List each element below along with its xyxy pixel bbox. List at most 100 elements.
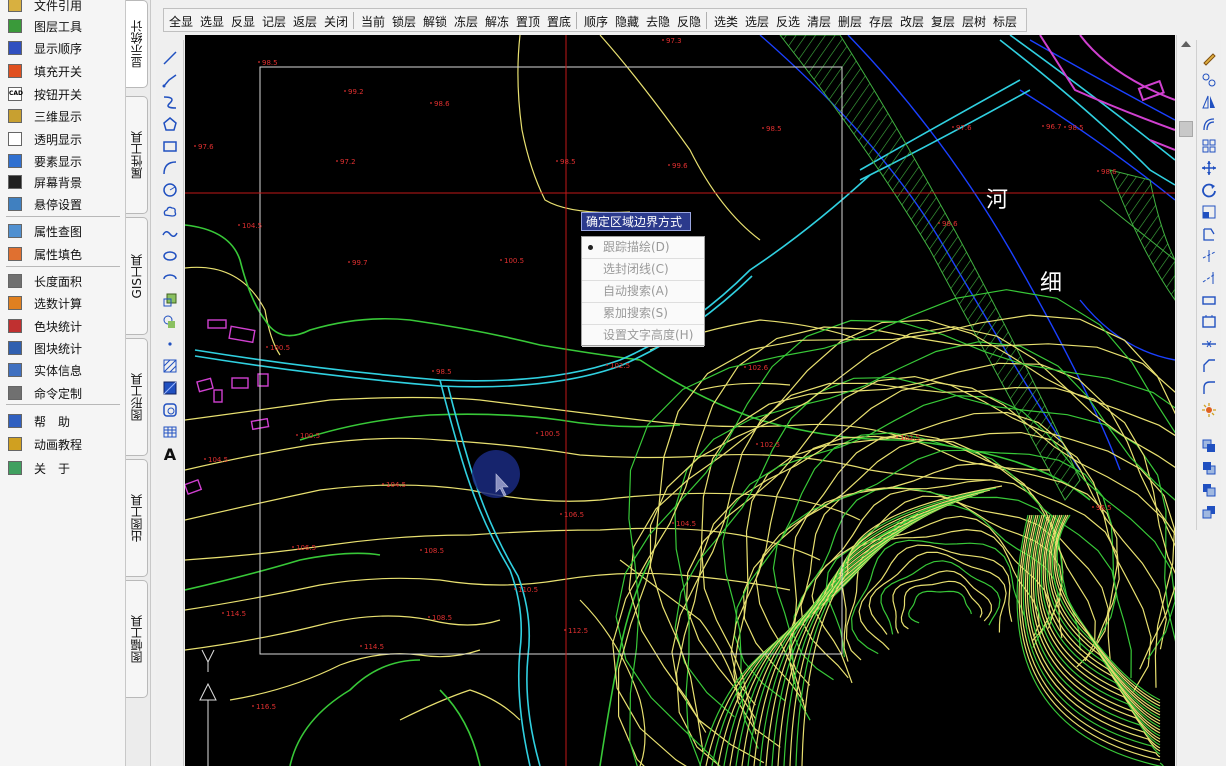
toolbar-button[interactable]: 去隐: [646, 13, 670, 30]
tab-1[interactable]: 显示统计: [126, 0, 148, 88]
menu-item-layer-tool[interactable]: 图层工具: [0, 15, 125, 37]
rotate-icon[interactable]: [1199, 180, 1219, 200]
menu-item-length-area[interactable]: 长度面积: [0, 270, 125, 292]
toolbar-button[interactable]: 清层: [807, 13, 831, 30]
menu-item-fill-toggle[interactable]: 填充开关: [0, 60, 125, 82]
menu-item-feature-display[interactable]: 要素显示: [0, 150, 125, 172]
draw-order-front-icon[interactable]: [1199, 436, 1219, 456]
boundary-option-1[interactable]: 跟踪描绘(D): [582, 237, 704, 259]
toolbar-button[interactable]: 返层: [293, 13, 317, 30]
toolbar-button[interactable]: 选显: [200, 13, 224, 30]
menu-item-cad-button[interactable]: CAD 按钮开关: [0, 83, 125, 105]
copy-icon[interactable]: [1199, 70, 1219, 90]
join-icon[interactable]: [1199, 334, 1219, 354]
menu-item-display-order[interactable]: 显示顺序: [0, 37, 125, 59]
vertical-scrollbar[interactable]: [1176, 35, 1195, 766]
menu-item-color-block[interactable]: 色块统计: [0, 315, 125, 337]
ellipse-arc-tool-icon[interactable]: [159, 268, 181, 288]
menu-item-screen-bg[interactable]: 屏幕背景: [0, 171, 125, 193]
polygon-tool-icon[interactable]: [159, 114, 181, 134]
menu-item-select-calc[interactable]: 选数计算: [0, 292, 125, 314]
tab-4[interactable]: 图形工具: [126, 338, 148, 456]
toolbar-button[interactable]: 选类: [714, 13, 738, 30]
hatch-tool-icon[interactable]: [159, 356, 181, 376]
toolbar-button[interactable]: 反选: [776, 13, 800, 30]
move-icon[interactable]: [1199, 158, 1219, 178]
toolbar-button[interactable]: 关闭: [324, 13, 348, 30]
gradient-tool-icon[interactable]: [159, 378, 181, 398]
toolbar-button[interactable]: 反隐: [677, 13, 701, 30]
menu-item-3d-display[interactable]: 三维显示: [0, 105, 125, 127]
toolbar-button[interactable]: 选层: [745, 13, 769, 30]
toolbar-button[interactable]: 存层: [869, 13, 893, 30]
tab-2[interactable]: 属性工具: [126, 96, 148, 214]
toolbar-button[interactable]: 反显: [231, 13, 255, 30]
draw-order-below-icon[interactable]: [1199, 502, 1219, 522]
polyline-tool-icon[interactable]: [159, 70, 181, 90]
menu-item-block-stat[interactable]: 图块统计: [0, 337, 125, 359]
boundary-option-5[interactable]: 设置文字高度(H): [582, 325, 704, 347]
break-point-icon[interactable]: [1199, 312, 1219, 332]
wave-tool-icon[interactable]: [159, 224, 181, 244]
fillet-icon[interactable]: [1199, 378, 1219, 398]
mirror-icon[interactable]: [1199, 92, 1219, 112]
arc-tool-icon[interactable]: [159, 158, 181, 178]
map-canvas[interactable]: 97.3 98.5 99.2 98.6 97.6 97.2 98.5 99.6 98.5 99.7…: [185, 35, 1175, 766]
menu-item-gear[interactable]: 命令定制: [0, 382, 125, 404]
toolbar-button[interactable]: 顺序: [584, 13, 608, 30]
extend-icon[interactable]: [1199, 268, 1219, 288]
boundary-option-3[interactable]: 自动搜索(A): [582, 281, 704, 303]
toolbar-button[interactable]: 锁层: [392, 13, 416, 30]
toolbar-button[interactable]: 层树: [962, 13, 986, 30]
toolbar-button[interactable]: 隐藏: [615, 13, 639, 30]
toolbar-button[interactable]: 复层: [931, 13, 955, 30]
array-icon[interactable]: [1199, 136, 1219, 156]
menu-item-help[interactable]: 帮 助: [0, 410, 125, 432]
line-tool-icon[interactable]: [159, 48, 181, 68]
insert-block-icon[interactable]: [159, 290, 181, 310]
toolbar-button[interactable]: 标层: [993, 13, 1017, 30]
toolbar-button[interactable]: 改层: [900, 13, 924, 30]
ellipse-tool-icon[interactable]: [159, 246, 181, 266]
scale-icon[interactable]: [1199, 202, 1219, 222]
offset-icon[interactable]: [1199, 114, 1219, 134]
toolbar-button[interactable]: 删层: [838, 13, 862, 30]
draw-order-above-icon[interactable]: [1199, 480, 1219, 500]
scroll-thumb[interactable]: [1179, 121, 1193, 137]
chamfer-icon[interactable]: [1199, 356, 1219, 376]
menu-item-file-ref[interactable]: 文件引用: [0, 0, 125, 16]
boundary-option-4[interactable]: 累加搜索(S): [582, 303, 704, 325]
menu-item-hover-settings[interactable]: 悬停设置: [0, 193, 125, 215]
toolbar-button[interactable]: 全显: [169, 13, 193, 30]
make-block-icon[interactable]: [159, 312, 181, 332]
draw-order-back-icon[interactable]: [1199, 458, 1219, 478]
trim-icon[interactable]: [1199, 246, 1219, 266]
text-tool-icon[interactable]: A: [159, 444, 181, 464]
tab-6[interactable]: 图幅工具: [126, 580, 148, 698]
region-tool-icon[interactable]: [159, 400, 181, 420]
break-icon[interactable]: [1199, 290, 1219, 310]
toolbar-button[interactable]: 当前: [361, 13, 385, 30]
scroll-up-icon[interactable]: [1181, 41, 1191, 47]
point-tool-icon[interactable]: [159, 334, 181, 354]
menu-item-transparent[interactable]: 透明显示: [0, 128, 125, 150]
boundary-option-2[interactable]: 选封闭线(C): [582, 259, 704, 281]
menu-item-attr-fill[interactable]: 属性填色: [0, 243, 125, 265]
spline-tool-icon[interactable]: [159, 92, 181, 112]
tab-3[interactable]: GIS工具: [126, 217, 148, 335]
toolbar-button[interactable]: 记层: [262, 13, 286, 30]
explode-icon[interactable]: [1199, 400, 1219, 420]
stretch-icon[interactable]: [1199, 224, 1219, 244]
toolbar-button[interactable]: 解冻: [485, 13, 509, 30]
circle-tool-icon[interactable]: [159, 180, 181, 200]
toolbar-button[interactable]: 解锁: [423, 13, 447, 30]
table-tool-icon[interactable]: [159, 422, 181, 442]
menu-item-entity-info[interactable]: 实体信息: [0, 359, 125, 381]
menu-item-about[interactable]: 关 于: [0, 457, 125, 479]
toolbar-button[interactable]: 冻层: [454, 13, 478, 30]
toolbar-button[interactable]: 置顶: [516, 13, 540, 30]
menu-item-attr-search[interactable]: 属性查图: [0, 220, 125, 242]
toolbar-button[interactable]: 置底: [547, 13, 571, 30]
tab-5[interactable]: 出图工具: [126, 459, 148, 577]
cloud-tool-icon[interactable]: [159, 202, 181, 222]
